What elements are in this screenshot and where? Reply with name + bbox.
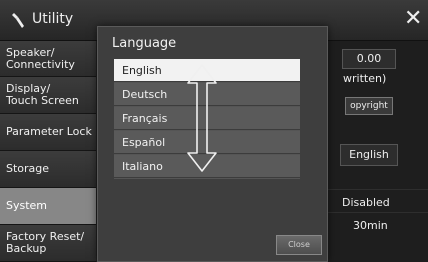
sidebar-item-label: Storage [6, 162, 50, 175]
copyright-text: written) [343, 72, 387, 85]
close-icon[interactable]: ✕ [404, 8, 422, 30]
sidebar-item-system[interactable]: System [0, 188, 96, 225]
page-title: Utility [32, 11, 74, 27]
version-value: 0.00 [342, 49, 396, 69]
time-value: 30min [353, 219, 388, 232]
sidebar-item-label: Factory Reset/ Backup [6, 230, 85, 255]
dialog-title: Language [112, 36, 177, 51]
language-dialog: Language English Deutsch Français Españo… [97, 26, 328, 262]
sidebar-item-label: Parameter Lock [6, 125, 92, 138]
sidebar-item-label: System [6, 199, 48, 212]
sidebar-item-label: Speaker/ Connectivity [6, 45, 75, 71]
sidebar-item-factory-reset-backup[interactable]: Factory Reset/ Backup [0, 225, 96, 262]
sidebar-item-speaker-connectivity[interactable]: Speaker/ Connectivity [0, 41, 96, 77]
utility-screen: Utility ✕ Speaker/ Connectivity Display/… [0, 0, 428, 262]
sidebar: Speaker/ Connectivity Display/ Touch Scr… [0, 41, 96, 262]
dialog-close-button[interactable]: Close [276, 235, 322, 255]
language-value[interactable]: English [340, 144, 398, 166]
sidebar-item-storage[interactable]: Storage [0, 151, 96, 188]
scroll-arrow-icon [187, 64, 217, 172]
status-value: Disabled [342, 196, 390, 209]
wrench-icon [12, 13, 24, 28]
sidebar-item-label: Display/ Touch Screen [6, 82, 79, 107]
copyright-button[interactable]: opyright [345, 97, 393, 115]
sidebar-item-display-touch-screen[interactable]: Display/ Touch Screen [0, 77, 96, 114]
sidebar-item-parameter-lock[interactable]: Parameter Lock [0, 114, 96, 151]
